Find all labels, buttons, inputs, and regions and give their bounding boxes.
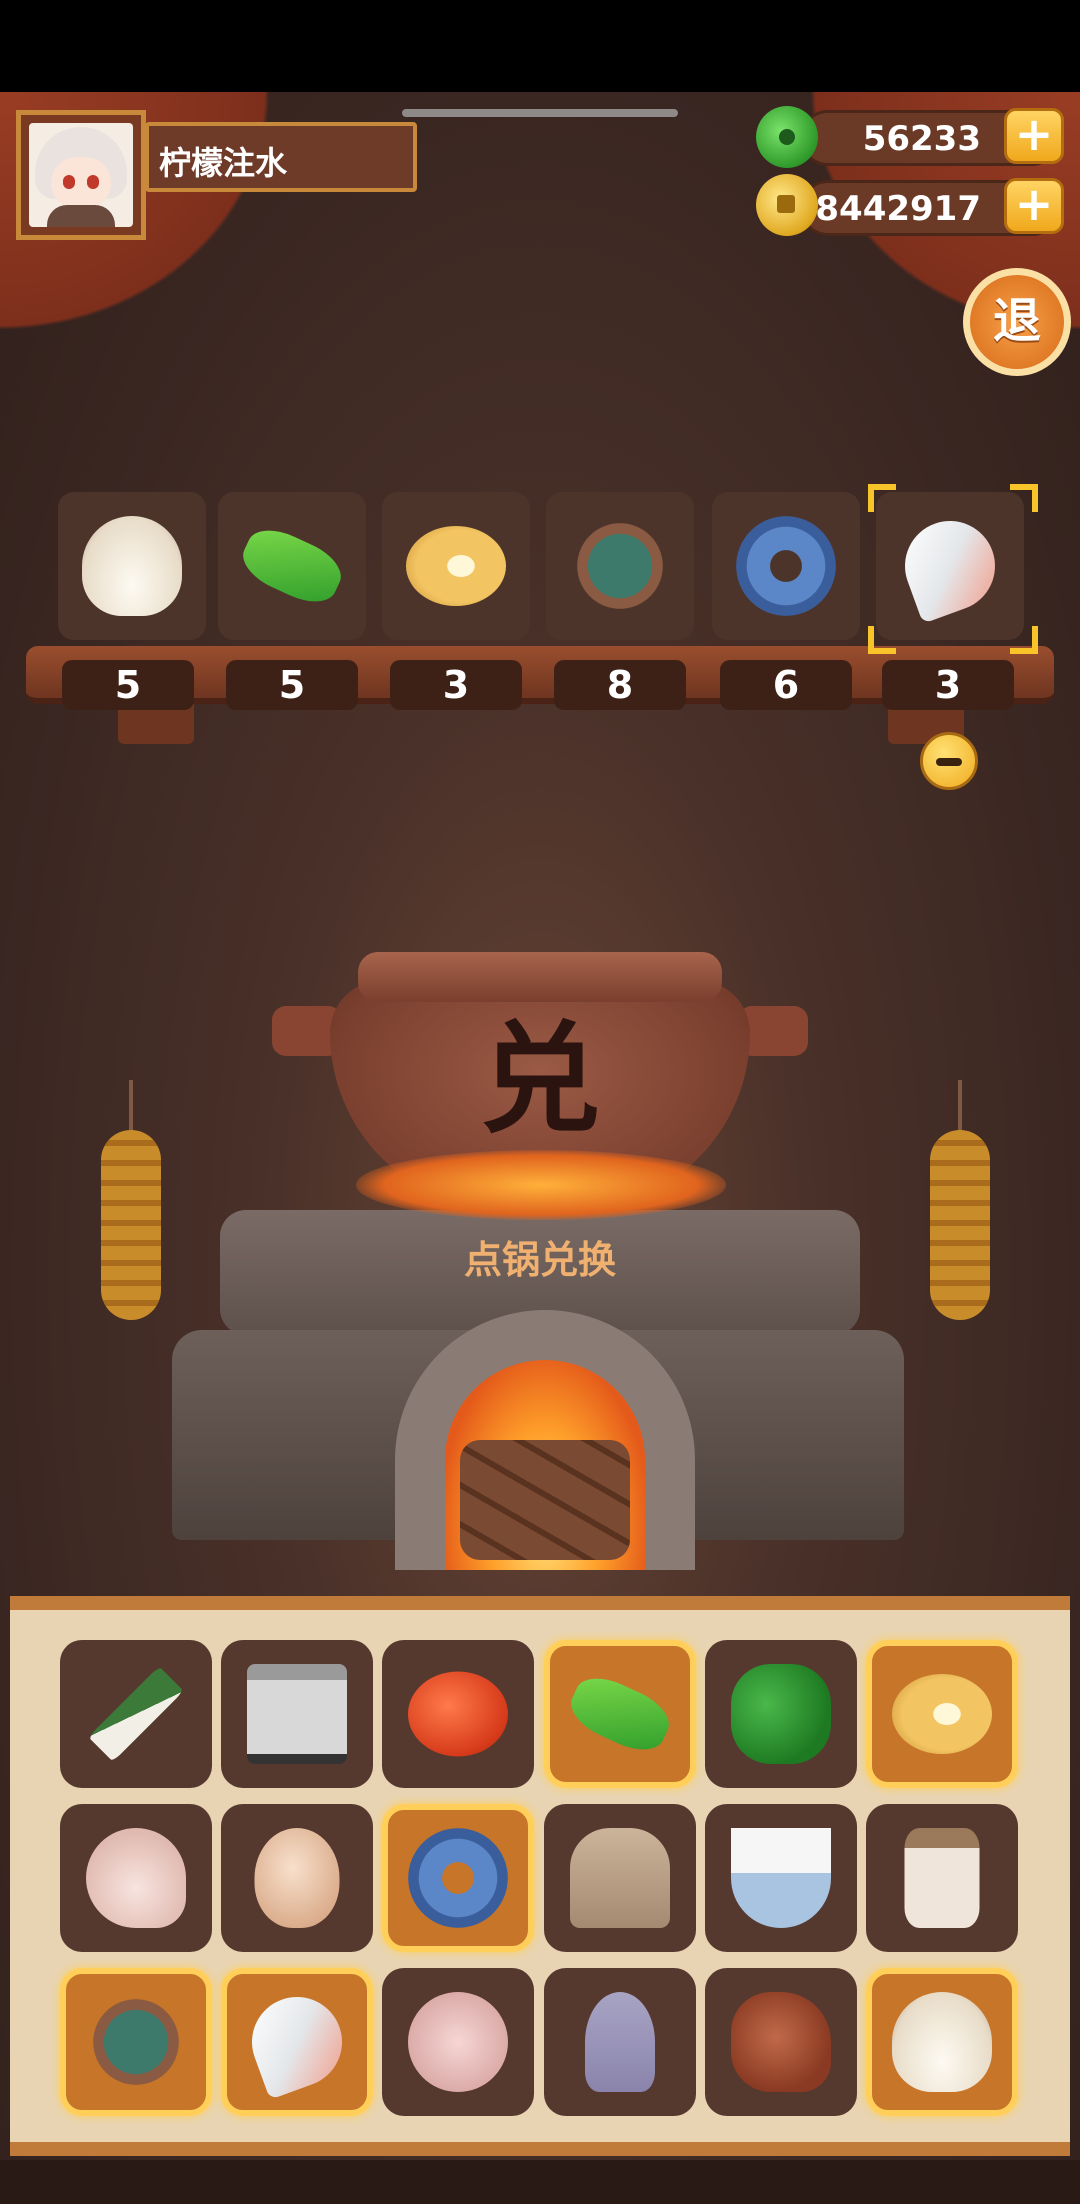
crab-icon bbox=[86, 1992, 186, 2092]
selection-corner bbox=[1010, 484, 1038, 512]
inventory-slot-crab[interactable] bbox=[60, 1968, 212, 2116]
potato-icon bbox=[892, 1674, 992, 1754]
inventory-slot-tomato[interactable] bbox=[382, 1640, 534, 1788]
remove-ingredient-button[interactable] bbox=[920, 732, 978, 790]
egg-icon bbox=[254, 1828, 340, 1928]
rice-icon bbox=[731, 1828, 831, 1928]
shelf-slot-potato[interactable] bbox=[382, 492, 530, 640]
shrimp-icon bbox=[892, 508, 1008, 624]
gold-amount: 58442917 bbox=[791, 189, 981, 229]
inventory-slot-pepper[interactable] bbox=[705, 1640, 857, 1788]
shelf-count: 5 bbox=[226, 660, 358, 710]
add-gold-button[interactable]: + bbox=[1004, 178, 1064, 234]
shelf-count: 5 bbox=[62, 660, 194, 710]
player-name: 柠檬注水 bbox=[159, 144, 288, 182]
shrimp-icon bbox=[239, 1984, 355, 2100]
inventory-slot-leek[interactable] bbox=[60, 1640, 212, 1788]
home-indicator bbox=[402, 109, 678, 117]
inventory-slot-rice[interactable] bbox=[705, 1804, 857, 1952]
inventory-slot-squid[interactable] bbox=[544, 1968, 696, 2116]
inventory-slot-meat[interactable] bbox=[705, 1968, 857, 2116]
shelf-slot-shrimp[interactable] bbox=[876, 492, 1024, 640]
inventory-slot-potato[interactable] bbox=[866, 1640, 1018, 1788]
clam-icon bbox=[892, 1992, 992, 2092]
cucumber-icon bbox=[563, 1667, 677, 1761]
jar-icon bbox=[904, 1828, 980, 1928]
pepper-icon bbox=[731, 1664, 831, 1764]
inventory-slot-duck[interactable] bbox=[382, 1968, 534, 2116]
inventory-slot-chicken[interactable] bbox=[60, 1804, 212, 1952]
shelf-slot-clam[interactable] bbox=[58, 492, 206, 640]
avatar-image bbox=[29, 123, 133, 227]
hanging-corn bbox=[96, 1080, 166, 1330]
inventory-slot-cucumber[interactable] bbox=[544, 1640, 696, 1788]
shelf-leg bbox=[118, 704, 194, 744]
exit-button[interactable]: 退 bbox=[963, 268, 1071, 376]
fish-icon bbox=[736, 516, 836, 616]
inventory-slot-tofu[interactable] bbox=[221, 1640, 373, 1788]
shelf-count: 3 bbox=[390, 660, 522, 710]
shelf-slot-crab[interactable] bbox=[546, 492, 694, 640]
inventory-slot-clam[interactable] bbox=[866, 1968, 1018, 2116]
inventory-slot-egg[interactable] bbox=[221, 1804, 373, 1952]
selection-corner bbox=[1010, 626, 1038, 654]
clam-icon bbox=[82, 516, 182, 616]
inventory-slot-fish[interactable] bbox=[382, 1804, 534, 1952]
firewood-icon bbox=[460, 1440, 630, 1560]
squid-icon bbox=[585, 1992, 655, 2092]
selection-corner bbox=[868, 484, 896, 512]
flour-icon bbox=[570, 1828, 670, 1928]
shelf-count: 8 bbox=[554, 660, 686, 710]
jade-icon bbox=[756, 106, 818, 168]
fish-icon bbox=[408, 1828, 508, 1928]
tomato-icon bbox=[408, 1671, 508, 1757]
potato-icon bbox=[406, 526, 506, 606]
inventory-slot-jar[interactable] bbox=[866, 1804, 1018, 1952]
leek-icon bbox=[88, 1666, 184, 1762]
jade-amount: 56233 bbox=[862, 119, 981, 159]
meat-icon bbox=[731, 1992, 831, 2092]
selection-corner bbox=[868, 626, 896, 654]
coin-icon bbox=[756, 174, 818, 236]
avatar[interactable] bbox=[16, 110, 146, 240]
shelf-count: 6 bbox=[720, 660, 852, 710]
shelf-count: 3 bbox=[882, 660, 1014, 710]
add-jade-button[interactable]: + bbox=[1004, 108, 1064, 164]
bottom-bar bbox=[0, 2160, 1080, 2204]
pot-character: 兑 bbox=[480, 1009, 600, 1150]
cucumber-icon bbox=[235, 519, 349, 613]
inventory-slot-flour[interactable] bbox=[544, 1804, 696, 1952]
shelf-slot-cucumber[interactable] bbox=[218, 492, 366, 640]
chicken-icon bbox=[86, 1828, 186, 1928]
shelf-slot-fish[interactable] bbox=[712, 492, 860, 640]
player-name-plate: 柠檬注水 bbox=[145, 122, 417, 192]
tofu-icon bbox=[247, 1664, 347, 1764]
status-bar bbox=[0, 0, 1080, 92]
crab-icon bbox=[570, 516, 670, 616]
hanging-corn bbox=[925, 1080, 995, 1330]
exchange-hint[interactable]: 点锅兑换 bbox=[390, 1230, 690, 1290]
pot-glow bbox=[356, 1150, 726, 1220]
inventory-slot-shrimp[interactable] bbox=[221, 1968, 373, 2116]
duck-icon bbox=[408, 1992, 508, 2092]
pot-rim bbox=[358, 952, 722, 1002]
